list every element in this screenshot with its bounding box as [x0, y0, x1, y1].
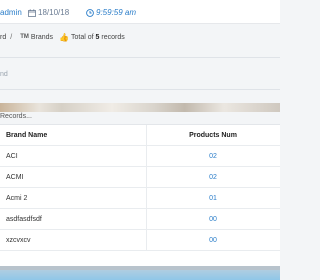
table-header-row: Brand Name Products Num	[0, 125, 280, 146]
breadcrumb-current: Brands	[30, 33, 54, 41]
clock-icon	[86, 8, 94, 17]
products-num-link[interactable]: 02	[146, 153, 280, 160]
thumbs-up-icon: 👍	[59, 32, 70, 42]
total-prefix: Total of	[71, 33, 94, 41]
calendar-icon	[28, 8, 36, 17]
brands-table: Brand Name Products Num ACI 02 ACMI 02 A…	[0, 124, 280, 266]
table-row[interactable]: ACMI 02	[0, 167, 280, 188]
brand-name-cell: asdfasdfsdf	[6, 216, 42, 223]
brand-name-cell: Acmi 2	[6, 195, 28, 202]
table-row[interactable]: Acmi 2 01	[0, 188, 280, 209]
breadcrumb-parent[interactable]: rd	[0, 34, 6, 41]
products-num-link[interactable]: 00	[146, 216, 280, 223]
brand-name-cell: ACMI	[6, 174, 24, 181]
time-display: 9:59:59 am	[86, 8, 136, 17]
brand-name-cell: xzcvxcv	[6, 237, 31, 244]
header-image	[0, 103, 280, 112]
table-row[interactable]: ACI 02	[0, 146, 280, 167]
date-text: 18/10/18	[38, 8, 70, 17]
filter-field-label[interactable]: nd	[0, 71, 8, 78]
brand-name-cell: ACI	[6, 153, 18, 160]
date-display: 18/10/18	[28, 8, 69, 17]
divider	[0, 89, 280, 90]
table-row[interactable]: xzcvxcv 00	[0, 230, 280, 251]
footer-bar	[0, 266, 280, 280]
column-header-products-num[interactable]: Products Num	[146, 132, 280, 139]
breadcrumb-separator: /	[10, 33, 13, 41]
column-header-brand-name[interactable]: Brand Name	[6, 132, 47, 139]
table-row[interactable]: asdfasdfsdf 00	[0, 209, 280, 230]
trademark-icon: TM	[20, 34, 29, 40]
products-num-link[interactable]: 02	[146, 174, 280, 181]
products-num-link[interactable]: 00	[146, 237, 280, 244]
breadcrumb: rd / TM Brands 👍 Total of 5 records	[0, 32, 125, 42]
user-name[interactable]: admin	[0, 8, 22, 17]
divider	[0, 57, 280, 58]
footer-shadow	[0, 266, 280, 270]
products-num-link[interactable]: 01	[146, 195, 280, 202]
time-text: 9:59:59 am	[96, 8, 137, 17]
total-records: Total of 5 records	[71, 34, 125, 41]
top-bar: admin 18/10/18 9:59:59 am	[0, 0, 280, 24]
total-suffix: records	[101, 33, 125, 41]
total-count: 5	[95, 33, 100, 41]
records-label: Records...	[0, 113, 32, 120]
